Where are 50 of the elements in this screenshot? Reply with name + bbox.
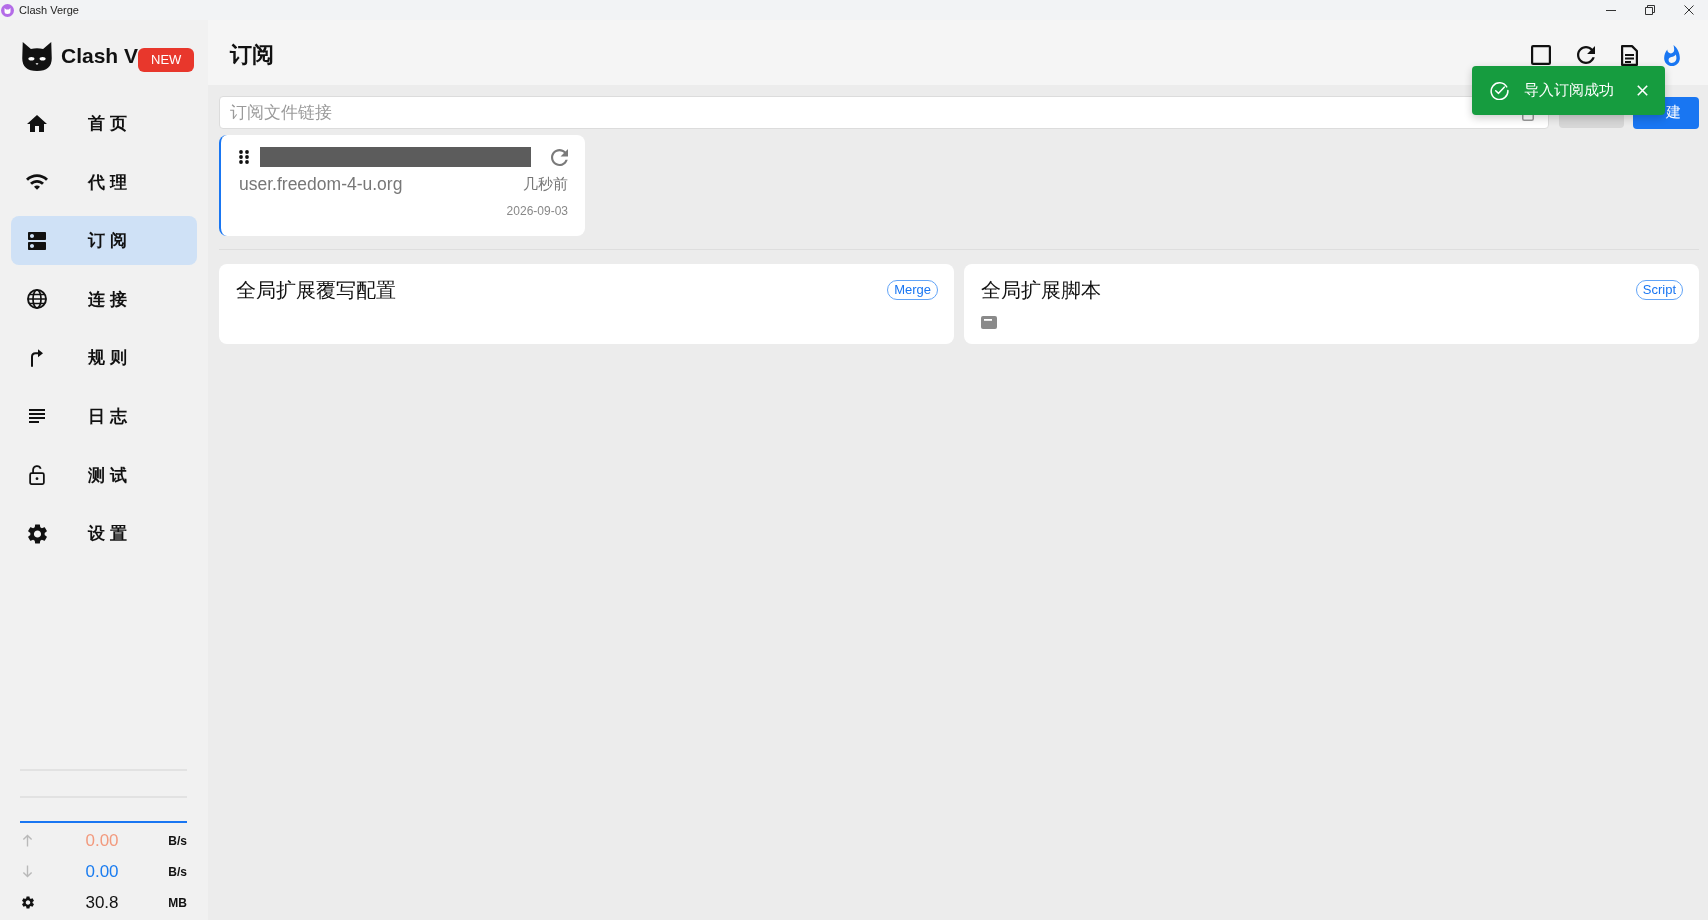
cat-logo xyxy=(22,41,52,71)
window-title: Clash Verge xyxy=(19,4,79,16)
drag-handle-icon[interactable] xyxy=(239,150,249,164)
expire-date: 2026-09-03 xyxy=(506,204,568,218)
unit-label: B/s xyxy=(168,833,187,848)
nav-item[interactable]: 首页 xyxy=(11,99,197,148)
server-icon xyxy=(28,231,46,250)
nav-item[interactable]: 设置 xyxy=(11,509,197,559)
unlocked-padlock-icon xyxy=(29,465,45,486)
card-title: 全局扩展脚本 xyxy=(981,277,1101,303)
nav-item[interactable]: 代理 xyxy=(11,157,197,207)
extension-card[interactable]: 全局扩展脚本 Script xyxy=(964,264,1699,344)
new-badge: NEW xyxy=(138,48,195,72)
nav-item[interactable]: 订阅 xyxy=(11,216,197,266)
text-lines-icon xyxy=(29,409,45,424)
wifi-icon xyxy=(26,174,48,191)
arrow-up-icon xyxy=(22,834,33,847)
restore-icon[interactable] xyxy=(1644,5,1655,15)
home-icon xyxy=(27,115,47,132)
nav-item[interactable]: 测试 xyxy=(11,450,197,500)
globe-icon xyxy=(27,289,47,310)
traffic-value: 30.8 xyxy=(85,892,119,913)
minimize-icon[interactable] xyxy=(1605,9,1616,11)
unit-label: MB xyxy=(168,895,187,910)
link-input[interactable]: 订阅文件链接 xyxy=(219,96,1549,129)
unit-label: B/s xyxy=(168,864,187,879)
close-icon[interactable] xyxy=(1683,5,1694,15)
page-title: 订阅 xyxy=(230,41,274,69)
note-icon xyxy=(981,316,997,329)
traffic-value: 0.00 xyxy=(85,861,119,882)
settings-icon xyxy=(27,523,47,544)
square-icon[interactable] xyxy=(1531,45,1551,65)
traffic-value: 0.00 xyxy=(85,830,119,851)
turn-right-arrow-icon xyxy=(31,348,43,367)
update-time: 几秒前 xyxy=(523,174,568,194)
check-circle-icon xyxy=(1490,81,1509,100)
app-name: Clash V xyxy=(61,44,139,68)
arrow-down-icon xyxy=(22,865,33,878)
profile-host: user.freedom-4-u.org xyxy=(239,173,403,195)
flame-icon[interactable] xyxy=(1664,44,1680,66)
refresh-icon[interactable] xyxy=(1577,46,1595,64)
gear-icon xyxy=(22,896,34,909)
app-icon xyxy=(1,3,14,17)
extension-card[interactable]: 全局扩展覆写配置 Merge xyxy=(219,264,954,344)
profile-card[interactable]: user.freedom-4-u.org 几秒前 2026-09-03 xyxy=(219,135,585,236)
document-icon[interactable] xyxy=(1621,44,1638,66)
card-title: 全局扩展覆写配置 xyxy=(236,277,396,303)
nav-item[interactable]: 连接 xyxy=(11,274,197,324)
nav-item[interactable]: 规则 xyxy=(11,333,197,383)
nav-item[interactable]: 日志 xyxy=(11,391,197,441)
